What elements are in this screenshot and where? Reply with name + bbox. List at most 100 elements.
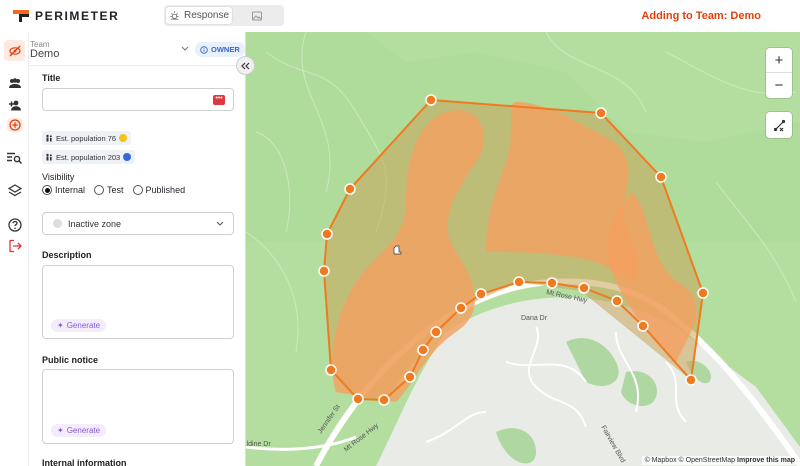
- rail-logout-button[interactable]: [4, 235, 25, 256]
- rail-add-user-button[interactable]: [4, 94, 25, 115]
- mode-toggle: Response: [164, 5, 284, 26]
- polygon-vertex-handle[interactable]: [430, 326, 442, 338]
- polygon-vertex-handle[interactable]: [455, 302, 467, 314]
- polygon-vertex-handle[interactable]: [417, 344, 429, 356]
- polygon-vertex-handle[interactable]: [578, 282, 590, 294]
- response-mode-button[interactable]: Response: [166, 7, 232, 24]
- radio-indicator: [132, 185, 143, 195]
- public-notice-textarea[interactable]: ✦ Generate: [42, 369, 234, 444]
- rail-add-zone-button[interactable]: [4, 114, 25, 135]
- road-label: Geraldine Dr: [246, 441, 271, 448]
- polygon-vertex-handle[interactable]: [321, 228, 333, 240]
- description-textarea[interactable]: ✦ Generate: [42, 265, 234, 339]
- more-options-icon[interactable]: •••: [213, 95, 225, 105]
- user-plus-icon: [8, 100, 21, 110]
- polygon-vertex-handle[interactable]: [325, 364, 337, 376]
- owner-badge: OWNER: [195, 42, 245, 57]
- sun-icon: [170, 10, 179, 20]
- zone-status-select[interactable]: Inactive zone: [42, 212, 234, 235]
- polygon-vertex-handle[interactable]: [425, 94, 437, 106]
- polygon-vertex-handle[interactable]: [318, 265, 330, 277]
- description-label: Description: [42, 250, 92, 260]
- collapse-panel-button[interactable]: [236, 56, 255, 75]
- polygon-vertex-handle[interactable]: [595, 107, 607, 119]
- internal-information-label: Internal information: [42, 458, 127, 466]
- logo-mark-icon: [13, 10, 29, 22]
- visibility-published-radio[interactable]: Published: [132, 185, 186, 195]
- layers-icon: [7, 183, 22, 196]
- improve-map-link[interactable]: Improve this map: [737, 457, 795, 464]
- double-chevron-left-icon: [241, 62, 250, 69]
- chevron-down-icon[interactable]: [181, 46, 189, 52]
- radio-label: Test: [107, 185, 124, 195]
- logo-text: PERIMETER: [35, 9, 120, 23]
- image-icon: [252, 11, 262, 20]
- polygon-vertex-handle[interactable]: [352, 393, 364, 405]
- mapbox-attribution-link[interactable]: © Mapbox: [645, 457, 677, 464]
- rail-search-button[interactable]: [4, 147, 25, 168]
- logo[interactable]: PERIMETER: [13, 9, 119, 23]
- zone-status-value: Inactive zone: [68, 218, 122, 229]
- title-input[interactable]: •••: [42, 88, 234, 111]
- population-chip: Est. population 203: [42, 150, 136, 164]
- polygon-vertex-handle[interactable]: [475, 288, 487, 300]
- radio-indicator: [42, 185, 52, 195]
- visibility-test-radio[interactable]: Test: [94, 185, 124, 195]
- radio-indicator: [94, 185, 105, 195]
- radio-label: Published: [145, 185, 186, 195]
- logout-icon: [8, 239, 22, 252]
- polygon-vertex-handle[interactable]: [404, 371, 416, 383]
- population-chip-label: Est. population 76: [56, 133, 117, 143]
- rail-help-button[interactable]: [4, 214, 25, 235]
- radio-label: Internal: [55, 185, 86, 195]
- polygon-vertex-handle[interactable]: [611, 295, 623, 307]
- rail-hide-button[interactable]: [4, 40, 25, 61]
- generate-description-button[interactable]: ✦ Generate: [51, 319, 107, 332]
- users-icon: [8, 77, 21, 88]
- image-mode-button[interactable]: [232, 7, 282, 24]
- owner-badge-label: OWNER: [211, 45, 240, 54]
- visibility-radio-group: Internal Test Published: [42, 185, 191, 195]
- zone-form-panel: Team Demo OWNER Title ••• Est. populatio…: [29, 32, 246, 466]
- polygon-vertex-handle[interactable]: [685, 374, 697, 386]
- team-name: Demo: [30, 48, 60, 60]
- rail-layers-button[interactable]: [4, 180, 25, 201]
- split-polygon-button[interactable]: [766, 112, 792, 138]
- polygon-vertex-handle[interactable]: [344, 183, 356, 195]
- sun-status-icon: [119, 134, 128, 142]
- visibility-internal-radio[interactable]: Internal: [42, 185, 85, 195]
- generate-notice-button[interactable]: ✦ Generate: [51, 424, 107, 437]
- zoom-out-button[interactable]: −: [766, 73, 792, 98]
- top-bar: PERIMETER Response Adding to Team: Demo: [0, 0, 800, 32]
- visibility-label: Visibility: [42, 172, 75, 182]
- team-header[interactable]: Team Demo OWNER: [29, 32, 245, 66]
- adding-to-team-label: Adding to Team: Demo: [641, 10, 761, 22]
- population-chip: Est. population 76: [42, 131, 132, 145]
- moon-status-icon: [123, 153, 132, 161]
- polygon-vertex-handle[interactable]: [546, 277, 558, 289]
- response-mode-label: Response: [183, 10, 230, 21]
- polygon-vertex-handle[interactable]: [637, 320, 649, 332]
- generate-label: Generate: [66, 426, 101, 435]
- polygon-vertex-handle[interactable]: [655, 171, 667, 183]
- status-dot-icon: [53, 219, 62, 228]
- help-icon: [7, 217, 22, 232]
- zoom-control: + −: [766, 48, 792, 98]
- people-icon: [46, 153, 52, 161]
- public-notice-label: Public notice: [42, 355, 99, 365]
- osm-attribution-link[interactable]: © OpenStreetMap: [679, 457, 736, 464]
- polygon-vertex-handle[interactable]: [513, 276, 525, 288]
- side-rail: [0, 32, 29, 466]
- search-list-icon: [7, 152, 22, 164]
- zoom-in-button[interactable]: +: [766, 48, 792, 73]
- title-label: Title: [42, 73, 61, 83]
- polygon-vertex-handle[interactable]: [697, 287, 709, 299]
- sparkle-icon: ✦: [57, 321, 64, 330]
- info-icon: [200, 45, 208, 54]
- split-polygon-icon: [773, 119, 785, 131]
- sparkle-icon: ✦: [57, 426, 64, 435]
- map-base-svg: Mt Rose HwyDana DrJennifer StMt Rose Hwy…: [246, 32, 800, 466]
- rail-users-button[interactable]: [4, 72, 25, 93]
- map-canvas[interactable]: Mt Rose Hwy Dana Dr Jennifer St Mt Rose Hwy…: [246, 32, 800, 466]
- polygon-vertex-handle[interactable]: [378, 394, 390, 406]
